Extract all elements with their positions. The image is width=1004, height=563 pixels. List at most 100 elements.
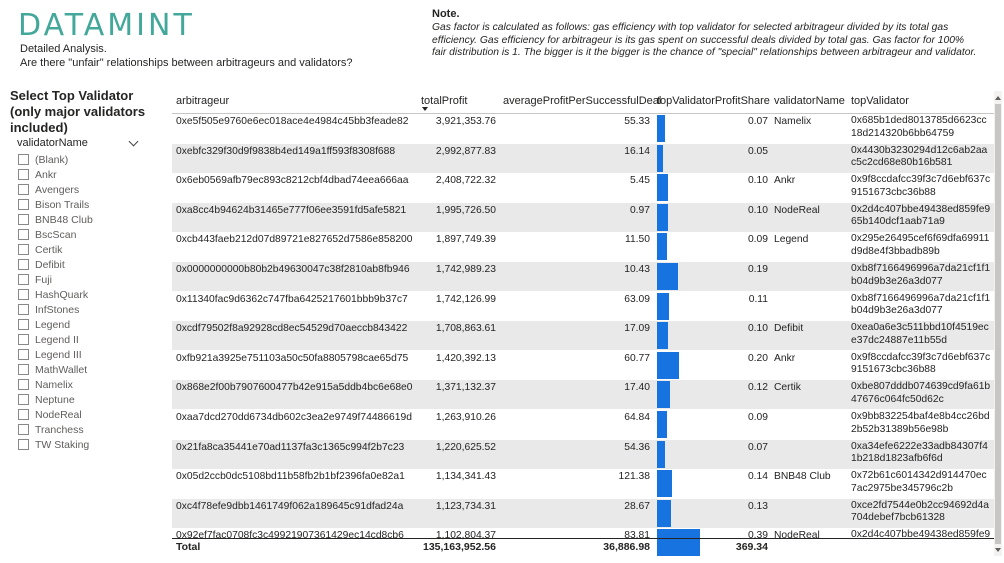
average-profit-cell: 17.40 <box>624 382 650 394</box>
checkbox[interactable] <box>18 304 29 315</box>
table-row[interactable]: 0xcb443faeb212d07d89721e827652d7586e8582… <box>172 232 994 261</box>
slicer-item[interactable]: Legend III <box>18 347 93 362</box>
checkbox[interactable] <box>18 364 29 375</box>
slicer-item[interactable]: HashQuark <box>18 287 93 302</box>
share-bar <box>657 440 665 468</box>
slicer-item[interactable]: Fuji <box>18 272 93 287</box>
checkbox[interactable] <box>18 319 29 330</box>
checkbox[interactable] <box>18 214 29 225</box>
checkbox[interactable] <box>18 334 29 345</box>
table-row[interactable]: 0x05d2ccb0dc5108bd11b58fb2b1bf2396fa0e82… <box>172 469 994 498</box>
slicer-header[interactable]: validatorName <box>17 136 142 149</box>
top-validator-cell: 0xea0a6e3c511bbd10f4519ece37dc24887e11b5… <box>851 322 989 346</box>
average-profit-cell: 11.50 <box>624 234 650 246</box>
col-header-validator-name[interactable]: validatorName <box>774 95 845 107</box>
table-row[interactable]: 0x0000000000b80b2b49630047c38f2810ab8fb9… <box>172 262 994 291</box>
table-row[interactable]: 0xebfc329f30d9f9838b4ed149a1ff593f8308f6… <box>172 143 994 173</box>
checkbox[interactable] <box>18 349 29 360</box>
slicer-item[interactable]: Legend <box>18 317 93 332</box>
slicer-item[interactable]: Neptune <box>18 392 93 407</box>
table-row[interactable]: 0xc4f78efe9dbb1461749f062a189645c91dfad2… <box>172 498 994 528</box>
slicer-item-label: Legend III <box>35 348 82 361</box>
table-row[interactable]: 0x6eb0569afb79ec893c8212cbf4dbad74eea666… <box>172 173 994 202</box>
share-value: 0.12 <box>747 382 768 394</box>
slicer-item-label: Ankr <box>35 168 57 181</box>
top-validator-cell: 0xce2fd7544e0b2cc94692d4a704debef7bcb613… <box>851 499 989 524</box>
slicer-item[interactable]: Avengers <box>18 182 93 197</box>
table-row[interactable]: 0xcdf79502f8a92928cd8ec54529d70aeccb8434… <box>172 321 994 351</box>
checkbox[interactable] <box>18 394 29 405</box>
share-value: 0.20 <box>747 352 768 364</box>
average-profit-cell: 63.09 <box>624 293 650 305</box>
checkbox[interactable] <box>18 229 29 240</box>
share-value: 0.13 <box>747 500 768 512</box>
table-row[interactable]: 0xe5f505e9760e6ec018ace4e4984c45bb3feade… <box>172 114 994 143</box>
checkbox[interactable] <box>18 199 29 210</box>
share-bar <box>657 174 668 202</box>
scroll-down-icon[interactable] <box>995 548 1001 552</box>
slicer-item-label: Legend II <box>35 333 79 346</box>
validator-name-cell: Ankr <box>774 352 796 364</box>
slicer-item[interactable]: Defibit <box>18 257 93 272</box>
chevron-down-icon[interactable] <box>128 136 139 146</box>
col-header-total-profit[interactable]: totalProfit <box>421 95 467 107</box>
top-validator-cell: 0x9f8ccdafcc39f3c7d6ebf637c9151673cbc36b… <box>851 351 991 376</box>
checkbox[interactable] <box>18 424 29 435</box>
slicer-item[interactable]: Bison Trails <box>18 197 93 212</box>
checkbox[interactable] <box>18 184 29 195</box>
slicer-item[interactable]: NodeReal <box>18 407 93 422</box>
col-header-average-profit[interactable]: averageProfitPerSuccessfulDeal <box>503 95 661 107</box>
table-row[interactable]: 0x868e2f00b7907600477b42e915a5ddb4bc6e68… <box>172 380 994 410</box>
slicer-item[interactable]: TW Staking <box>18 437 93 452</box>
share-bar <box>657 144 663 172</box>
slicer-item-label: Avengers <box>35 183 80 196</box>
slicer-item[interactable]: BNB48 Club <box>18 212 93 227</box>
slicer-item[interactable]: BscScan <box>18 227 93 242</box>
arbitrageur-cell: 0xa8cc4b94624b31465e777f06ee3591fd5afe58… <box>176 204 407 216</box>
total-profit-cell: 1,897,749.39 <box>435 234 496 246</box>
checkbox[interactable] <box>18 154 29 165</box>
share-value: 0.10 <box>747 323 768 335</box>
share-bar <box>657 322 668 350</box>
share-value: 0.10 <box>747 204 768 216</box>
share-sum: 369.34 <box>735 541 768 553</box>
slicer-item[interactable]: (Blank) <box>18 152 93 167</box>
slicer-item-label: Defibit <box>35 258 65 271</box>
slicer-item-label: TW Staking <box>35 438 90 451</box>
col-header-top-validator-profit-share[interactable]: topValidatorProfitShare <box>657 95 770 107</box>
table-row[interactable]: 0xa8cc4b94624b31465e777f06ee3591fd5afe58… <box>172 202 994 232</box>
slicer-item[interactable]: Legend II <box>18 332 93 347</box>
scroll-up-icon[interactable] <box>995 96 1001 100</box>
slicer-item[interactable]: Ankr <box>18 167 93 182</box>
checkbox[interactable] <box>18 259 29 270</box>
slicer-item-label: InfStones <box>35 303 80 316</box>
top-validator-cell: 0xbe807dddb074639cd9fa61b47676c064fc50d6… <box>851 381 991 405</box>
average-profit-cell: 60.77 <box>624 352 650 364</box>
slicer-item-label: Legend <box>35 318 71 331</box>
table-row[interactable]: 0x11340fac9d6362c747fba6425217601bbb9b37… <box>172 292 994 321</box>
slicer-item[interactable]: Certik <box>18 242 93 257</box>
top-validator-cell: 0x685b1ded8013785d6623cc18d214320b6bb647… <box>851 115 987 139</box>
checkbox[interactable] <box>18 409 29 420</box>
table-row[interactable]: 0xfb921a3925e751103a50c50fa8805798cae65d… <box>172 351 994 380</box>
checkbox[interactable] <box>18 439 29 450</box>
scrollbar-thumb[interactable] <box>995 104 1001 544</box>
validator-name-cell: BNB48 Club <box>774 471 831 483</box>
checkbox[interactable] <box>18 379 29 390</box>
top-validator-cell: 0xb8f7166496996a7da21cf1f1b04d9b3e26a3d0… <box>851 292 991 317</box>
total-profit-sum: 135,163,952.56 <box>423 541 496 553</box>
checkbox[interactable] <box>18 169 29 180</box>
col-header-arbitrageur[interactable]: arbitrageur <box>176 95 229 107</box>
slicer-item[interactable]: MathWallet <box>18 362 93 377</box>
table-row[interactable]: 0xaa7dcd270dd6734db602c3ea2e9749f7448661… <box>172 410 994 439</box>
slicer-item[interactable]: InfStones <box>18 302 93 317</box>
slicer-item[interactable]: Tranchess <box>18 422 93 437</box>
share-bar <box>657 233 667 261</box>
checkbox[interactable] <box>18 289 29 300</box>
checkbox[interactable] <box>18 274 29 285</box>
arbitrageur-cell: 0xcdf79502f8a92928cd8ec54529d70aeccb8434… <box>176 323 408 335</box>
table-row[interactable]: 0x21fa8ca35441e70ad1137fa3c1365c994f2b7c… <box>172 439 994 469</box>
slicer-item[interactable]: Namelix <box>18 377 93 392</box>
col-header-top-validator[interactable]: topValidator <box>851 95 909 107</box>
checkbox[interactable] <box>18 244 29 255</box>
